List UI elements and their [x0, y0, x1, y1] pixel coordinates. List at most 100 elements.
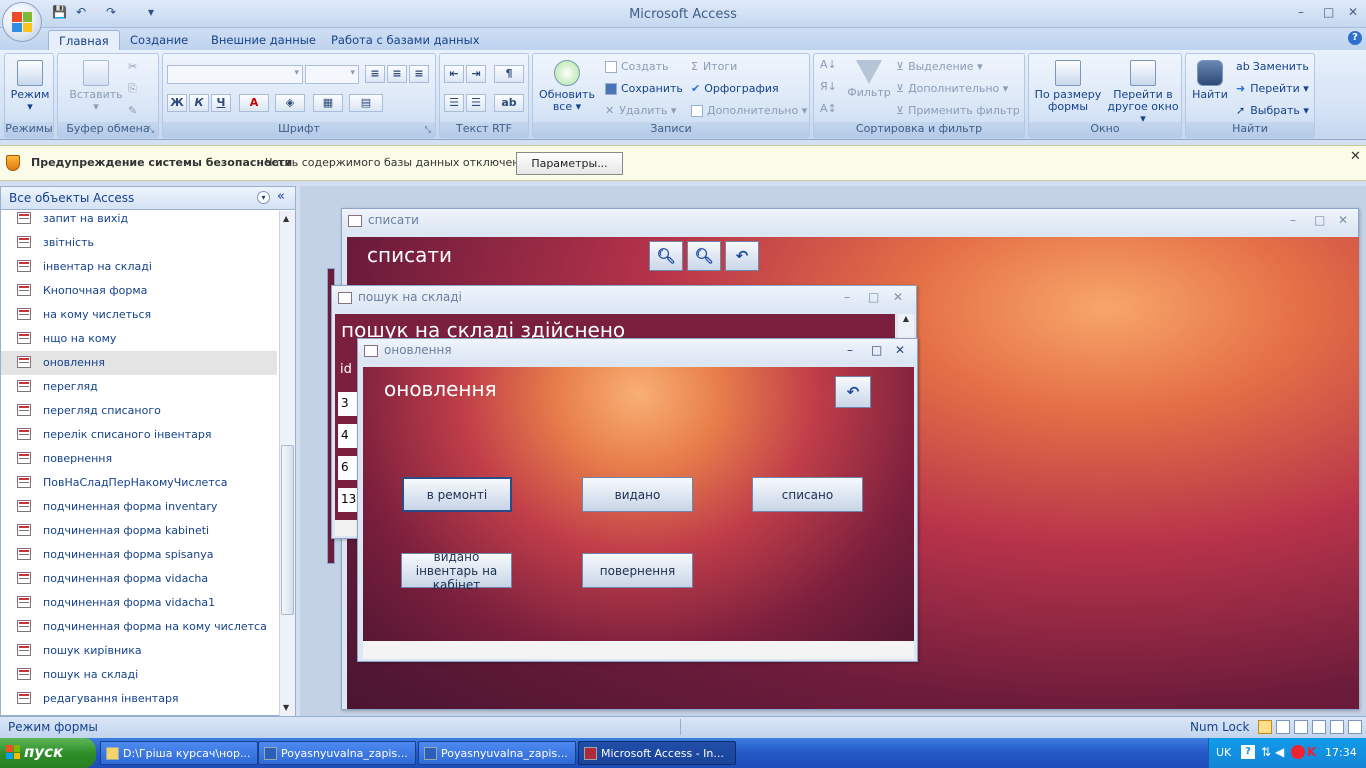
app-close-button[interactable]: ✕: [1348, 5, 1358, 19]
nav-item-form[interactable]: подчиненная форма vidacha: [1, 567, 277, 591]
scroll-up-icon[interactable]: ▲: [898, 314, 914, 323]
app-minimize-button[interactable]: –: [1298, 5, 1304, 19]
advanced-filter-button[interactable]: ⊻ Дополнительно ▾: [896, 82, 1008, 95]
find-button[interactable]: Найти: [1188, 60, 1232, 101]
nav-item-form[interactable]: ПовНаСладПерНакомуЧислетса: [1, 471, 277, 495]
design-view-icon[interactable]: [1348, 720, 1362, 734]
tab-external-data[interactable]: Внешние данные: [201, 30, 326, 50]
paste-button[interactable]: Вставить ▾: [66, 60, 126, 113]
highlight-icon[interactable]: ab: [494, 94, 524, 112]
text-direction-icon[interactable]: ¶: [494, 65, 524, 83]
issued-button[interactable]: видано: [582, 477, 693, 512]
nav-item-form[interactable]: повернення: [1, 447, 277, 471]
window-onovlennya-maximize[interactable]: □: [871, 343, 882, 357]
alternate-fill-icon[interactable]: ▤: [349, 94, 383, 112]
window-spysaty-maximize[interactable]: □: [1314, 213, 1325, 227]
bold-button[interactable]: Ж: [167, 94, 187, 112]
totals-button[interactable]: Σ Итоги: [691, 60, 737, 73]
nav-item-form[interactable]: перегляд: [1, 375, 277, 399]
copy-icon[interactable]: ⎘: [128, 82, 137, 96]
antivirus-icon[interactable]: [1291, 745, 1305, 759]
window-poshuk-close[interactable]: ✕: [893, 290, 903, 304]
refresh-all-button[interactable]: Обновить все ▾: [537, 60, 597, 113]
more-records-button[interactable]: Дополнительно ▾: [691, 104, 807, 117]
nav-item-form[interactable]: перелік списаного інвентаря: [1, 423, 277, 447]
nav-pane-menu-icon[interactable]: ▾: [257, 191, 270, 204]
fill-color-icon[interactable]: ◈: [275, 94, 305, 112]
pivot-chart-icon[interactable]: [1312, 720, 1326, 734]
window-poshuk-minimize[interactable]: –: [844, 290, 850, 304]
security-bar-close-icon[interactable]: ✕: [1350, 149, 1361, 164]
align-center-icon[interactable]: ≡: [387, 65, 407, 83]
tab-home[interactable]: Главная: [48, 30, 120, 50]
print-preview-icon[interactable]: 🔍︎: [687, 241, 721, 271]
nav-scroll-thumb[interactable]: [281, 445, 294, 615]
save-record-button[interactable]: Сохранить: [605, 82, 683, 95]
delete-record-button[interactable]: ✕ Удалить ▾: [605, 104, 676, 117]
nav-item-form[interactable]: звітність: [1, 231, 277, 255]
italic-button[interactable]: К: [189, 94, 209, 112]
decrease-indent-icon[interactable]: ⇤: [444, 65, 464, 83]
returned-button[interactable]: повернення: [582, 553, 693, 588]
underline-button[interactable]: Ч: [211, 94, 231, 112]
switch-windows-button[interactable]: Перейти в другое окно ▾: [1105, 60, 1181, 125]
increase-indent-icon[interactable]: ⇥: [466, 65, 486, 83]
taskbar-item-word-1[interactable]: Poyasnyuvalna_zapis...: [258, 741, 416, 765]
written-off-button[interactable]: списано: [752, 477, 863, 512]
preview-icon[interactable]: 🔍︎: [649, 241, 683, 271]
kaspersky-icon[interactable]: K: [1307, 745, 1316, 759]
bullet-list-icon[interactable]: ☰: [466, 94, 486, 112]
volume-icon[interactable]: ◀: [1275, 745, 1284, 759]
datasheet-view-icon[interactable]: [1276, 720, 1290, 734]
replace-button[interactable]: ab Заменить: [1236, 60, 1309, 73]
help-tray-icon[interactable]: ?: [1241, 745, 1255, 759]
nav-item-form[interactable]: подчиненная форма vidacha1: [1, 591, 277, 615]
goto-button[interactable]: ➜ Перейти ▾: [1236, 82, 1309, 95]
apply-filter-button[interactable]: ⊻ Применить фильтр: [896, 104, 1020, 117]
taskbar-item-word-2[interactable]: Poyasnyuvalna_zapis...: [418, 741, 576, 765]
window-onovlennya-minimize[interactable]: –: [847, 343, 853, 357]
font-size-combo[interactable]: ▾: [305, 65, 359, 84]
window-spysaty-close[interactable]: ✕: [1338, 213, 1348, 227]
tab-database-tools[interactable]: Работа с базами данных: [321, 30, 490, 50]
nav-item-form[interactable]: запит на вихід: [1, 207, 277, 231]
undo-arrow-icon[interactable]: ↶: [725, 241, 759, 271]
fit-to-form-button[interactable]: По размеру формы: [1033, 60, 1103, 113]
undo-arrow-icon[interactable]: ↶: [835, 376, 871, 408]
in-repair-button[interactable]: в ремонті: [402, 477, 512, 512]
spelling-button[interactable]: ✔ Орфография: [691, 82, 779, 95]
window-onovlennya-close[interactable]: ✕: [895, 343, 905, 357]
taskbar-item-access[interactable]: Microsoft Access - In...: [578, 741, 736, 765]
nav-item-form[interactable]: оновлення: [1, 351, 277, 375]
nav-item-form[interactable]: Кнопочная форма: [1, 279, 277, 303]
create-record-button[interactable]: Создать: [605, 60, 669, 73]
layout-view-icon[interactable]: [1330, 720, 1344, 734]
font-launcher-icon[interactable]: ⤡: [425, 125, 431, 135]
nav-pane-scrollbar[interactable]: ▲ ▼: [279, 211, 295, 717]
window-poshuk-maximize[interactable]: □: [868, 290, 879, 304]
clipboard-launcher-icon[interactable]: ⤡: [148, 125, 154, 135]
form-view-icon[interactable]: [1258, 720, 1272, 734]
selection-button[interactable]: ⊻ Выделение ▾: [896, 60, 983, 73]
office-button[interactable]: [2, 2, 42, 42]
taskbar-item-folder[interactable]: D:\Гріша курсач\нор...: [100, 741, 258, 765]
nav-item-form[interactable]: подчиненная форма inventary: [1, 495, 277, 519]
numbered-list-icon[interactable]: ☰: [444, 94, 464, 112]
nav-item-form[interactable]: пошук кирівника: [1, 639, 277, 663]
format-painter-icon[interactable]: ✎: [128, 104, 137, 117]
nav-item-form[interactable]: на кому числеться: [1, 303, 277, 327]
align-right-icon[interactable]: ≡: [409, 65, 429, 83]
nav-pane-collapse-icon[interactable]: «: [277, 189, 285, 204]
nav-item-form[interactable]: подчиненная форма spisanya: [1, 543, 277, 567]
tab-create[interactable]: Создание: [120, 30, 198, 50]
align-left-icon[interactable]: ≡: [365, 65, 385, 83]
start-button[interactable]: пуск: [0, 738, 96, 768]
app-maximize-button[interactable]: □: [1323, 5, 1334, 19]
window-spysaty-minimize[interactable]: –: [1290, 213, 1296, 227]
font-name-combo[interactable]: ▾: [167, 65, 303, 84]
nav-item-form[interactable]: подчиненная форма на кому числетса: [1, 615, 277, 639]
sort-ascending-icon[interactable]: A↓: [820, 58, 837, 71]
issued-to-cabinet-button[interactable]: видано інвентарь на кабінет: [401, 550, 512, 592]
mode-button[interactable]: Режим ▾: [9, 60, 51, 113]
scroll-down-icon[interactable]: ▼: [283, 703, 289, 712]
